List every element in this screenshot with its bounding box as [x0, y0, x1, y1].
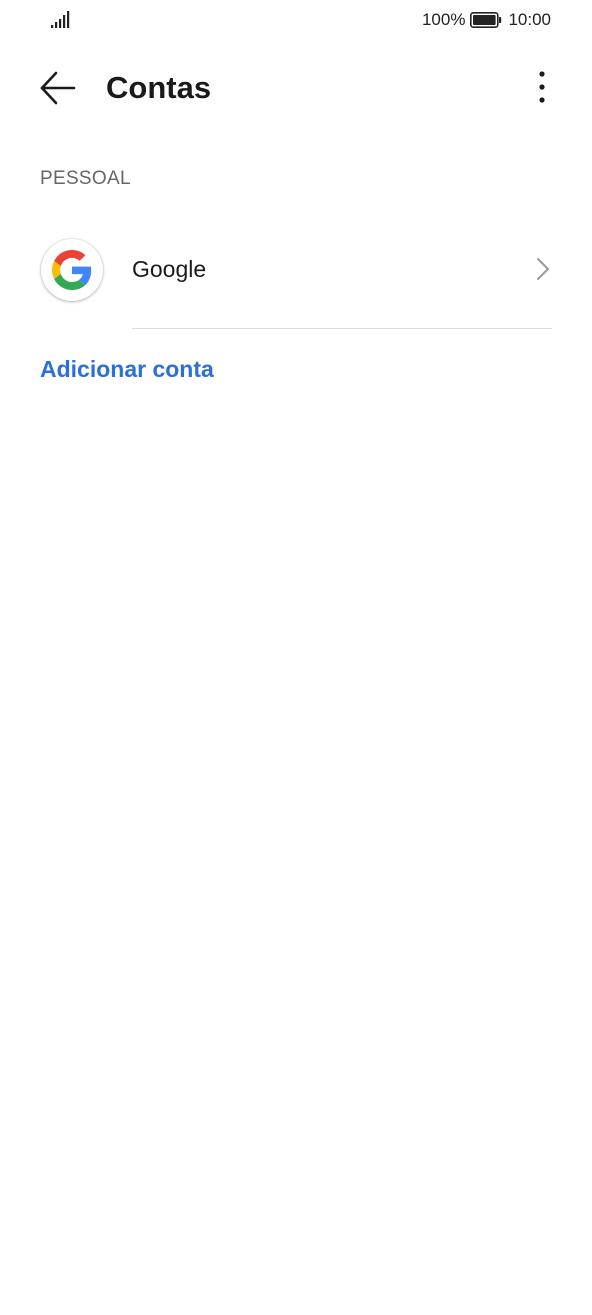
clock-time: 10:00	[508, 10, 551, 29]
status-right: 100% 10:00	[422, 9, 551, 31]
section-header-personal: PESSOAL	[40, 168, 131, 189]
account-label: Google	[132, 256, 207, 282]
google-icon	[52, 250, 92, 290]
chevron-right-icon	[537, 258, 549, 280]
signal-bars-icon	[51, 11, 70, 28]
account-avatar	[41, 239, 103, 301]
status-bar: 100% 10:00	[0, 0, 592, 40]
page-title: Contas	[106, 70, 212, 105]
account-item-google[interactable]: Google	[0, 212, 592, 330]
add-account-button[interactable]: Adicionar conta	[40, 353, 214, 385]
battery-percent: 100%	[421, 10, 466, 29]
more-vertical-icon[interactable]	[530, 68, 554, 108]
battery-full-icon	[470, 12, 502, 28]
arrow-left-icon[interactable]	[38, 70, 78, 106]
divider	[132, 328, 552, 329]
app-bar: Contas	[0, 56, 592, 120]
